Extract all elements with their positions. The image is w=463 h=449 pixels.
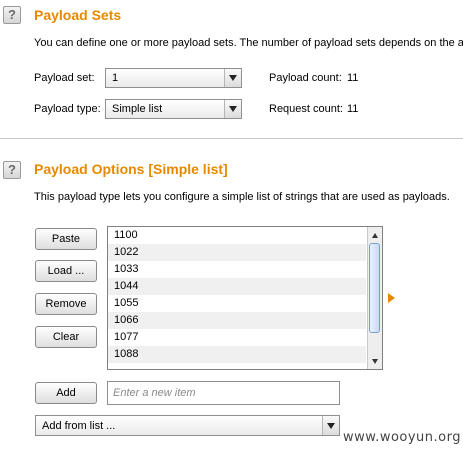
list-item[interactable]: 1100 xyxy=(108,227,366,244)
scroll-down-icon[interactable] xyxy=(368,354,382,368)
list-item[interactable]: 1088 xyxy=(108,346,366,363)
payload-set-label: Payload set: xyxy=(34,72,95,84)
add-button[interactable]: Add xyxy=(35,382,97,404)
payload-count-value: 11 xyxy=(347,72,359,84)
payload-count-label: Payload count: xyxy=(269,72,342,84)
payload-set-select[interactable]: 1 xyxy=(105,68,242,88)
list-item[interactable]: 1055 xyxy=(108,295,366,312)
chevron-down-icon[interactable] xyxy=(322,416,339,435)
chevron-down-icon[interactable] xyxy=(224,100,241,118)
watermark: www.wooyun.org xyxy=(342,430,461,445)
help-icon[interactable]: ? xyxy=(3,161,21,179)
clear-button[interactable]: Clear xyxy=(35,326,97,348)
payload-set-value: 1 xyxy=(112,72,119,84)
payload-options-title: Payload Options [Simple list] xyxy=(34,161,228,177)
load-button[interactable]: Load ... xyxy=(35,260,97,282)
paste-button[interactable]: Paste xyxy=(35,228,97,250)
payload-list[interactable]: 1100 1022 1033 1044 1055 1066 1077 1088 xyxy=(107,226,383,370)
payload-type-value: Simple list xyxy=(112,103,163,115)
scrollbar-thumb[interactable] xyxy=(369,243,380,333)
payload-type-label: Payload type: xyxy=(34,103,101,115)
request-count-value: 11 xyxy=(347,103,359,115)
list-item[interactable]: 1066 xyxy=(108,312,366,329)
payload-options-description: This payload type lets you configure a s… xyxy=(34,191,450,203)
payload-sets-title: Payload Sets xyxy=(34,7,122,23)
new-item-input[interactable] xyxy=(107,381,340,405)
request-count-label: Request count: xyxy=(269,103,343,115)
list-item[interactable]: 1022 xyxy=(108,244,366,261)
list-item[interactable]: 1044 xyxy=(108,278,366,295)
help-icon[interactable]: ? xyxy=(3,6,21,24)
payload-type-select[interactable]: Simple list xyxy=(105,99,242,119)
remove-button[interactable]: Remove xyxy=(35,293,97,315)
scroll-up-icon[interactable] xyxy=(368,228,382,242)
expand-arrow-icon[interactable] xyxy=(388,293,395,303)
section-divider xyxy=(0,138,463,139)
list-item[interactable]: 1077 xyxy=(108,329,366,346)
add-from-list-value: Add from list ... xyxy=(42,420,116,432)
add-from-list-select[interactable]: Add from list ... xyxy=(35,415,340,436)
payload-sets-description: You can define one or more payload sets.… xyxy=(34,37,463,49)
list-scrollbar[interactable] xyxy=(367,227,382,369)
list-item[interactable]: 1033 xyxy=(108,261,366,278)
chevron-down-icon[interactable] xyxy=(224,69,241,87)
